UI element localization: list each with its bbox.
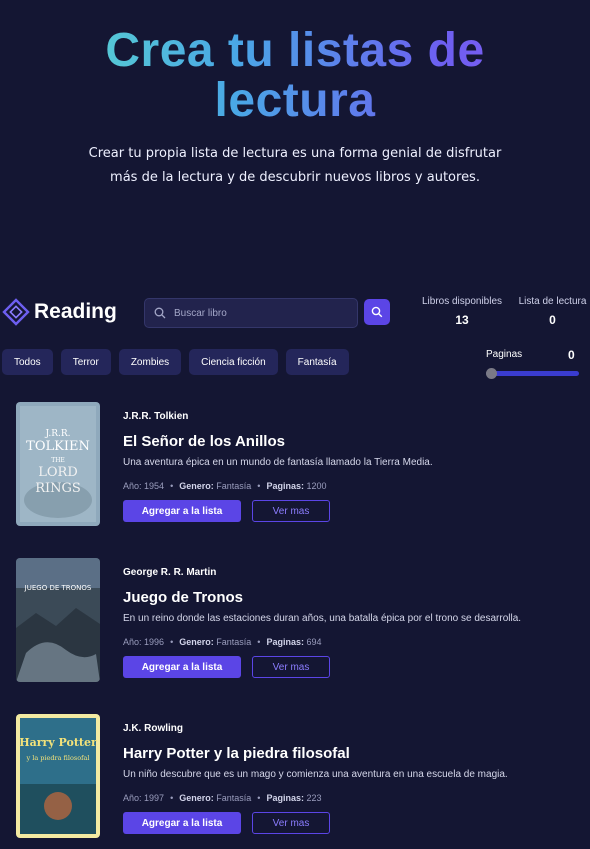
add-to-list-button[interactable]: Agregar a la lista: [123, 500, 241, 522]
pages-slider-track[interactable]: [486, 371, 579, 376]
pages-value: 694: [306, 637, 322, 647]
book-cover: Harry Potter y la piedra filosofal: [16, 714, 100, 838]
book-description: Una aventura épica en un mundo de fantas…: [123, 457, 433, 468]
pages-label: Paginas:: [266, 793, 304, 803]
book-pages: Paginas: 223: [266, 793, 321, 803]
pages-filter-value: 0: [568, 348, 575, 362]
year-value: 1997: [144, 793, 165, 803]
filter-chip-ciencia-ficcion[interactable]: Ciencia ficción: [189, 349, 278, 375]
separator-dot: •: [170, 481, 174, 491]
add-to-list-button[interactable]: Agregar a la lista: [123, 656, 241, 678]
search-input[interactable]: [174, 307, 344, 319]
genre-label: Genero:: [179, 793, 214, 803]
stat-available-label: Libros disponibles: [421, 296, 503, 307]
cover-text: y la piedra filosofal: [26, 754, 90, 762]
cover-text: Harry Potter: [19, 736, 97, 749]
stat-list-value: 0: [549, 313, 556, 327]
book-meta: Año: 1996 • Genero: Fantasía • Paginas: …: [123, 637, 322, 647]
book-genre: Genero: Fantasía: [179, 793, 251, 803]
book-cover: JUEGO DE TRONOS: [16, 558, 100, 682]
pages-label: Paginas:: [266, 637, 304, 647]
book-card: Harry Potter y la piedra filosofal J.K. …: [16, 714, 586, 840]
pages-filter-label: Paginas: [486, 349, 523, 360]
year-label: Año:: [123, 481, 142, 491]
cover-text: J.R.R.: [44, 429, 70, 439]
genre-value: Fantasía: [216, 637, 252, 647]
stat-reading-list: Lista de lectura 0: [515, 296, 590, 327]
search-icon: [371, 306, 383, 318]
book-author: George R. R. Martin: [123, 567, 217, 578]
book-cover-image: JUEGO DE TRONOS: [16, 558, 100, 682]
separator-dot: •: [170, 637, 174, 647]
separator-dot: •: [257, 481, 261, 491]
book-meta: Año: 1997 • Genero: Fantasía • Paginas: …: [123, 793, 322, 803]
pages-slider-handle[interactable]: [486, 368, 497, 379]
book-description: En un reino donde las estaciones duran a…: [123, 613, 522, 624]
book-pages: Paginas: 694: [266, 637, 321, 647]
genre-value: Fantasía: [216, 793, 252, 803]
cover-text: THE: [51, 457, 65, 464]
see-more-button[interactable]: Ver mas: [252, 500, 330, 522]
cover-text: JUEGO DE TRONOS: [24, 584, 92, 592]
book-genre: Genero: Fantasía: [179, 481, 251, 491]
book-title[interactable]: El Señor de los Anillos: [123, 433, 285, 450]
book-year: Año: 1954: [123, 481, 164, 491]
pages-value: 1200: [306, 481, 327, 491]
year-value: 1996: [144, 637, 165, 647]
book-card: J.R.R. TOLKIEN THE LORD RINGS J.R.R. Tol…: [16, 402, 586, 528]
filter-chip-fantasia[interactable]: Fantasía: [285, 349, 349, 375]
book-title[interactable]: Harry Potter y la piedra filosofal: [123, 745, 350, 762]
search-box[interactable]: [144, 298, 358, 328]
stat-available-books: Libros disponibles 13: [418, 296, 506, 327]
book-cover-image: J.R.R. TOLKIEN THE LORD RINGS: [16, 402, 100, 526]
genre-filters: Todos Terror Zombies Ciencia ficción Fan…: [2, 349, 349, 375]
book-author: J.K. Rowling: [123, 723, 183, 734]
hero-subtitle: Crear tu propia lista de lectura es una …: [80, 142, 510, 190]
filter-chip-terror[interactable]: Terror: [60, 349, 111, 375]
book-description: Un niño descubre que es un mago y comien…: [123, 769, 508, 780]
book-diamond-icon: [2, 298, 30, 326]
genre-label: Genero:: [179, 637, 214, 647]
book-cover: J.R.R. TOLKIEN THE LORD RINGS: [16, 402, 100, 526]
genre-value: Fantasía: [216, 481, 252, 491]
hero-subtitle-line2: más de la lectura y de descubrir nuevos …: [110, 170, 480, 185]
year-label: Año:: [123, 793, 142, 803]
cover-text: RINGS: [35, 481, 81, 496]
logo-text: Reading: [34, 300, 117, 323]
book-year: Año: 1996: [123, 637, 164, 647]
filter-chip-zombies[interactable]: Zombies: [118, 349, 182, 375]
stat-available-value: 13: [455, 313, 469, 327]
hero-title-line2: lectura: [214, 74, 376, 127]
separator-dot: •: [257, 637, 261, 647]
search-button[interactable]: [364, 299, 390, 325]
see-more-button[interactable]: Ver mas: [252, 812, 330, 834]
stat-list-label: Lista de lectura: [518, 296, 587, 307]
book-author: J.R.R. Tolkien: [123, 411, 189, 422]
hero-title: Crea tu listas de lectura: [0, 26, 590, 126]
year-label: Año:: [123, 637, 142, 647]
genre-label: Genero:: [179, 481, 214, 491]
add-to-list-button[interactable]: Agregar a la lista: [123, 812, 241, 834]
book-cover-image: Harry Potter y la piedra filosofal: [16, 714, 100, 838]
cover-text: TOLKIEN: [26, 439, 90, 454]
book-title[interactable]: Juego de Tronos: [123, 589, 243, 606]
book-genre: Genero: Fantasía: [179, 637, 251, 647]
pages-label: Paginas:: [266, 481, 304, 491]
see-more-button[interactable]: Ver mas: [252, 656, 330, 678]
search-icon: [154, 307, 166, 319]
hero-subtitle-line1: Crear tu propia lista de lectura es una …: [88, 146, 502, 161]
book-year: Año: 1997: [123, 793, 164, 803]
year-value: 1954: [144, 481, 165, 491]
separator-dot: •: [257, 793, 261, 803]
book-meta: Año: 1954 • Genero: Fantasía • Paginas: …: [123, 481, 327, 491]
hero-title-line1: Crea tu listas de: [105, 24, 485, 77]
book-card: JUEGO DE TRONOS George R. R. Martin Jueg…: [16, 558, 586, 684]
separator-dot: •: [170, 793, 174, 803]
logo[interactable]: Reading: [2, 298, 117, 326]
filter-chip-todos[interactable]: Todos: [2, 349, 53, 375]
book-pages: Paginas: 1200: [266, 481, 326, 491]
cover-text: LORD: [38, 465, 78, 480]
pages-value: 223: [306, 793, 322, 803]
